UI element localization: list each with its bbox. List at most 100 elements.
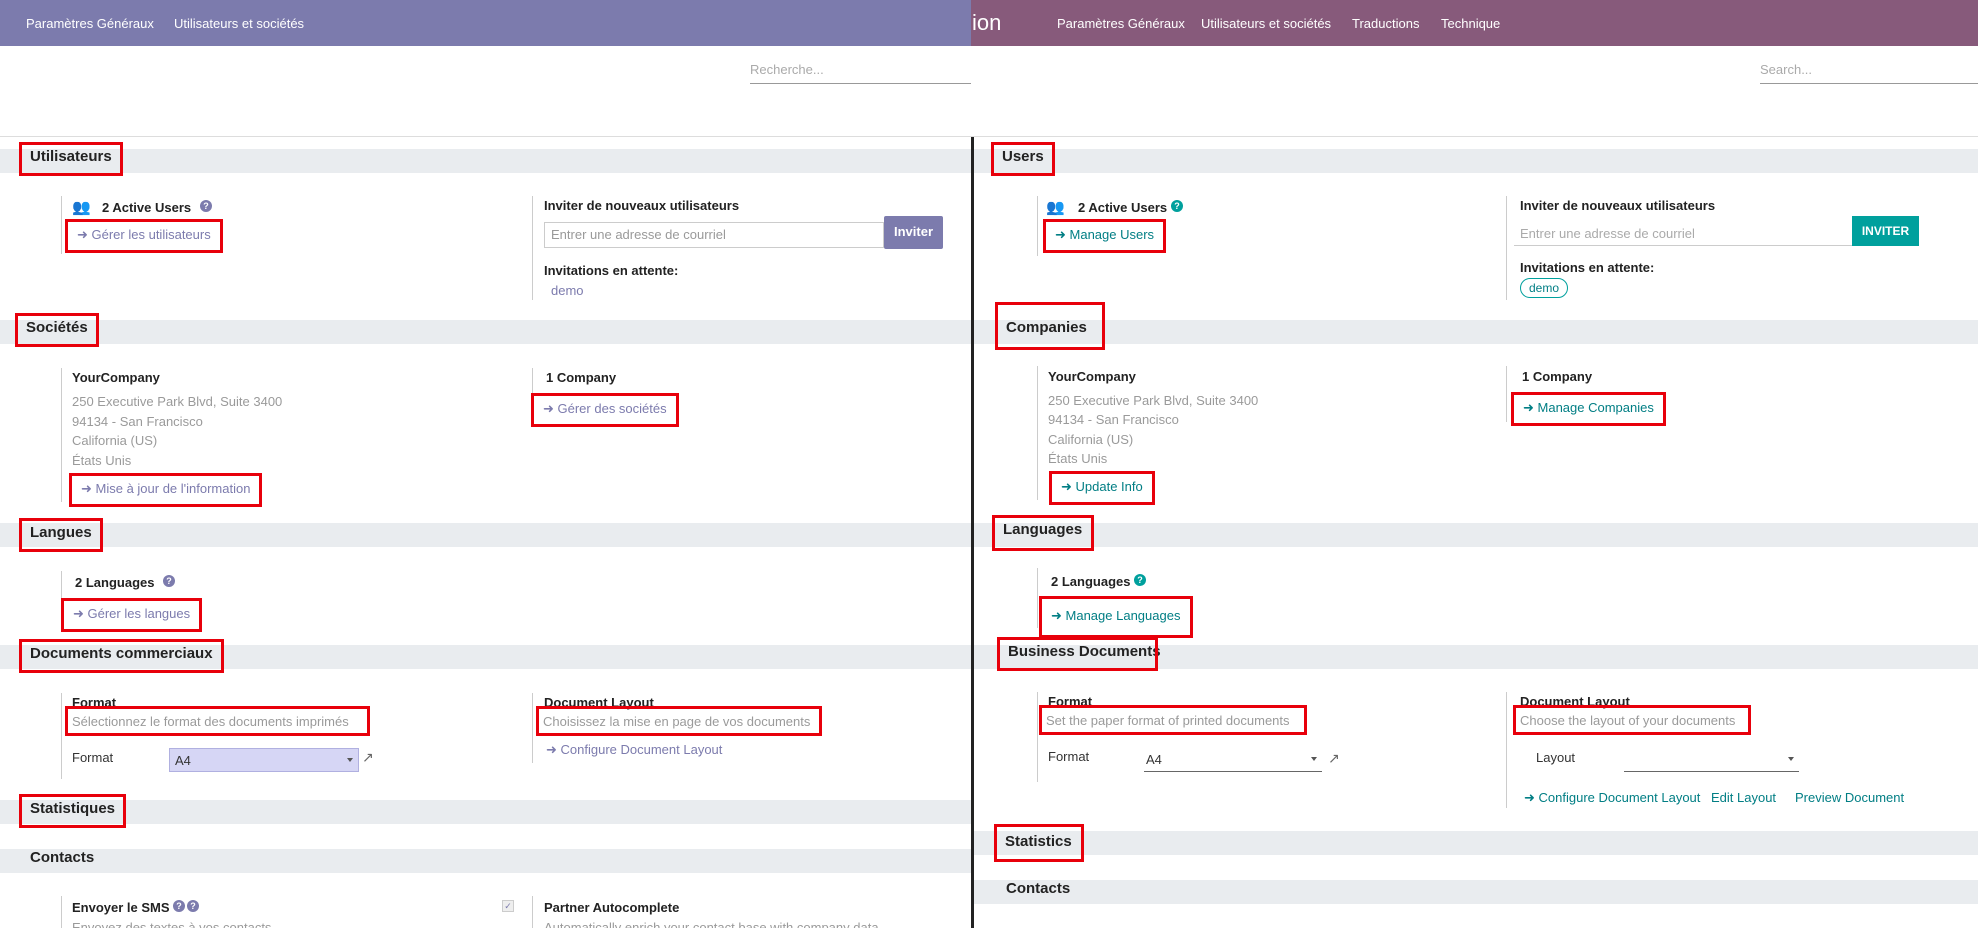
question-circle-icon[interactable]: ?	[163, 575, 175, 587]
company-address-line: 250 Executive Park Blvd, Suite 3400	[1048, 393, 1259, 408]
setting-border	[1037, 568, 1038, 628]
section-title-languages-fr: Langues	[19, 518, 103, 552]
format-select[interactable]: A4	[1144, 748, 1322, 772]
active-users-count-fr: 2 Active Users	[102, 200, 192, 215]
section-title-languages: Languages	[992, 515, 1094, 551]
company-address-line: 94134 - San Francisco	[1048, 412, 1179, 427]
format-description: Set the paper format of printed document…	[1039, 705, 1307, 735]
configure-layout-link-fr[interactable]: ➜ Configure Document Layout	[546, 742, 722, 758]
manage-users-label: Gérer les utilisateurs	[91, 227, 211, 242]
manage-users-button-fr[interactable]: ➜ Gérer les utilisateurs	[65, 219, 223, 253]
section-bar-contacts	[974, 880, 1978, 904]
search-input-fr[interactable]: Recherche...	[750, 60, 971, 84]
section-title-contacts: Contacts	[1006, 880, 1071, 897]
partner-autocomplete-title: Partner Autocomplete	[544, 900, 680, 915]
layout-description: Choose the layout of your documents	[1513, 705, 1751, 735]
question-circle-icon[interactable]: ?	[1134, 574, 1146, 586]
manage-companies-button-fr[interactable]: ➜ Gérer des sociétés	[531, 393, 679, 427]
pending-user-tag[interactable]: demo	[1520, 278, 1569, 298]
setting-border	[1037, 196, 1038, 256]
invite-email-input-fr[interactable]: Entrer une adresse de courriel	[544, 222, 884, 248]
format-value: A4	[1146, 752, 1162, 767]
question-circle-icon[interactable]: ?	[187, 900, 199, 912]
pending-invitations-title: Invitations en attente:	[1520, 260, 1655, 275]
section-title-companies-fr: Sociétés	[15, 313, 99, 347]
external-link-icon[interactable]: ↗	[362, 749, 374, 766]
layout-title: Document Layout	[1520, 694, 1630, 709]
arrow-right-icon: ➜	[1051, 608, 1066, 623]
sms-checkbox[interactable]: ✓	[502, 900, 514, 912]
nav-general-settings-fr[interactable]: Paramètres Généraux	[26, 16, 154, 31]
section-title-contacts-fr: Contacts	[30, 849, 95, 866]
users-icon: 👥	[1046, 199, 1065, 216]
setting-border	[61, 196, 62, 254]
users-icon: 👥	[72, 199, 91, 216]
pending-invitations-title-fr: Invitations en attente:	[544, 263, 679, 278]
preview-document-link[interactable]: Preview Document	[1795, 790, 1904, 805]
update-info-button-fr[interactable]: ➜ Mise à jour de l'information	[68, 473, 263, 507]
question-circle-icon[interactable]: ?	[1171, 200, 1183, 212]
arrow-right-icon: ➜	[1523, 400, 1538, 415]
company-address-line: California (US)	[1048, 432, 1134, 447]
arrow-right-icon: ➜	[1524, 790, 1539, 805]
setting-border	[1506, 366, 1507, 422]
invite-title: Inviter de nouveaux utilisateurs	[1520, 198, 1716, 213]
manage-users-button[interactable]: ➜ Manage Users	[1042, 219, 1167, 253]
section-bar-contacts-fr	[0, 849, 971, 873]
edit-layout-link[interactable]: Edit Layout	[1711, 790, 1776, 805]
setting-border	[1037, 366, 1038, 500]
section-title-documents: Business Documents	[997, 637, 1161, 671]
nav-technical[interactable]: Technique	[1441, 16, 1500, 31]
invite-button[interactable]: INVITER	[1852, 216, 1919, 246]
manage-languages-button[interactable]: ➜ Manage Languages	[1039, 596, 1193, 638]
company-address-line: 250 Executive Park Blvd, Suite 3400	[72, 394, 283, 409]
layout-select[interactable]	[1624, 748, 1799, 772]
format-label: Format	[1048, 749, 1090, 764]
setting-border	[532, 196, 533, 300]
section-title-companies: Companies	[995, 302, 1105, 350]
chevron-down-icon	[347, 758, 353, 762]
pending-user-fr[interactable]: demo	[551, 283, 584, 298]
invite-email-input[interactable]: Entrer une adresse de courriel	[1514, 222, 1852, 246]
setting-border	[61, 896, 62, 928]
configure-layout-link[interactable]: ➜ Configure Document Layout	[1524, 790, 1700, 806]
question-circle-icon[interactable]: ?	[200, 200, 212, 212]
update-info-label: Mise à jour de l'information	[95, 481, 251, 496]
manage-languages-label: Manage Languages	[1065, 608, 1181, 623]
format-select-fr[interactable]: A4	[169, 748, 359, 772]
invite-button-fr[interactable]: Inviter	[884, 216, 943, 249]
external-link-icon[interactable]: ↗	[1328, 750, 1340, 767]
nav-general-settings[interactable]: Paramètres Généraux	[1057, 16, 1185, 31]
company-address-line: 94134 - San Francisco	[72, 414, 203, 429]
format-description-fr: Sélectionnez le format des documents imp…	[65, 706, 370, 736]
update-info-button[interactable]: ➜ Update Info	[1049, 471, 1155, 505]
arrow-right-icon: ➜	[1061, 479, 1076, 494]
setting-border	[532, 896, 533, 928]
section-title-statistics: Statistics	[994, 824, 1084, 862]
arrow-right-icon: ➜	[73, 606, 88, 621]
manage-languages-button-fr[interactable]: ➜ Gérer les langues	[60, 598, 203, 632]
active-users-count: 2 Active Users	[1078, 200, 1168, 215]
company-address-line: États Unis	[72, 453, 132, 468]
languages-count: 2 Languages	[1051, 574, 1131, 589]
company-count: 1 Company	[1522, 369, 1593, 384]
company-address-line: États Unis	[1048, 451, 1108, 466]
section-title-documents-fr: Documents commerciaux	[19, 639, 224, 673]
layout-description-fr: Choisissez la mise en page de vos docume…	[536, 706, 822, 736]
chevron-down-icon	[1311, 757, 1317, 761]
format-title-fr: Format	[72, 695, 117, 710]
section-bar-statistics	[974, 831, 1978, 855]
nav-translations[interactable]: Traductions	[1352, 16, 1419, 31]
nav-users-companies-fr[interactable]: Utilisateurs et sociétés	[174, 16, 304, 31]
setting-border	[1506, 692, 1507, 808]
partner-autocomplete-description: Automatically enrich your contact base w…	[544, 920, 879, 928]
format-title: Format	[1048, 694, 1093, 709]
manage-companies-label: Manage Companies	[1537, 400, 1654, 415]
manage-companies-button[interactable]: ➜ Manage Companies	[1511, 392, 1666, 426]
search-input[interactable]: Search...	[1760, 60, 1978, 84]
section-title-users-fr: Utilisateurs	[19, 142, 123, 176]
manage-languages-label: Gérer les langues	[87, 606, 191, 621]
question-circle-icon[interactable]: ?	[173, 900, 185, 912]
arrow-right-icon: ➜	[543, 401, 558, 416]
nav-users-companies[interactable]: Utilisateurs et sociétés	[1201, 16, 1331, 31]
